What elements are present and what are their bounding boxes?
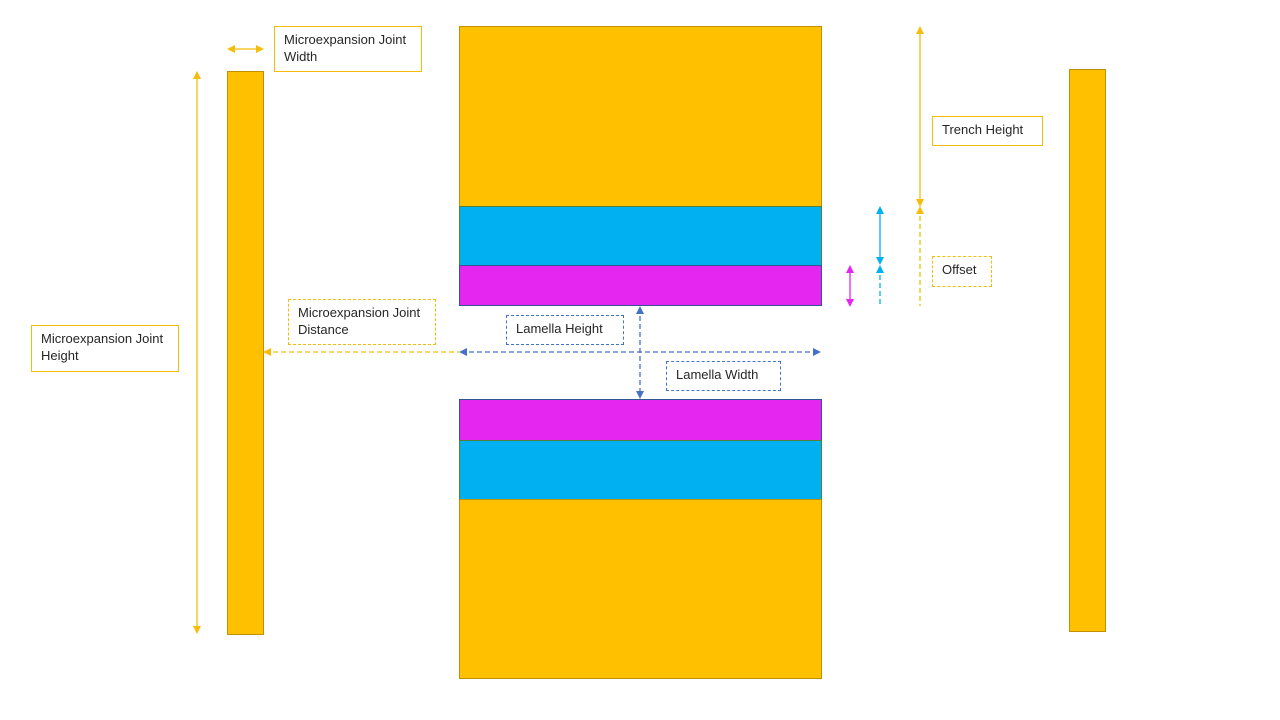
diagram-canvas xyxy=(193,26,1106,679)
mej-height-label: Microexpansion Joint Height xyxy=(31,325,179,372)
offset-label: Offset xyxy=(932,256,992,287)
top-cyan-layer xyxy=(459,206,822,266)
bottom-magenta-layer xyxy=(459,399,822,441)
top-trench xyxy=(459,26,822,207)
trench-height-label: Trench Height xyxy=(932,116,1043,146)
top-magenta-layer xyxy=(459,265,822,306)
lamella-width-label: Lamella Width xyxy=(666,361,781,391)
left-microexpansion-joint xyxy=(227,71,264,635)
mej-distance-label: Microexpansion Joint Distance xyxy=(288,299,436,345)
bottom-trench xyxy=(459,499,822,679)
lamella-height-label: Lamella Height xyxy=(506,315,624,345)
bottom-cyan-layer xyxy=(459,440,822,500)
mej-width-label: Microexpansion Joint Width xyxy=(274,26,422,72)
right-microexpansion-joint xyxy=(1069,69,1106,632)
